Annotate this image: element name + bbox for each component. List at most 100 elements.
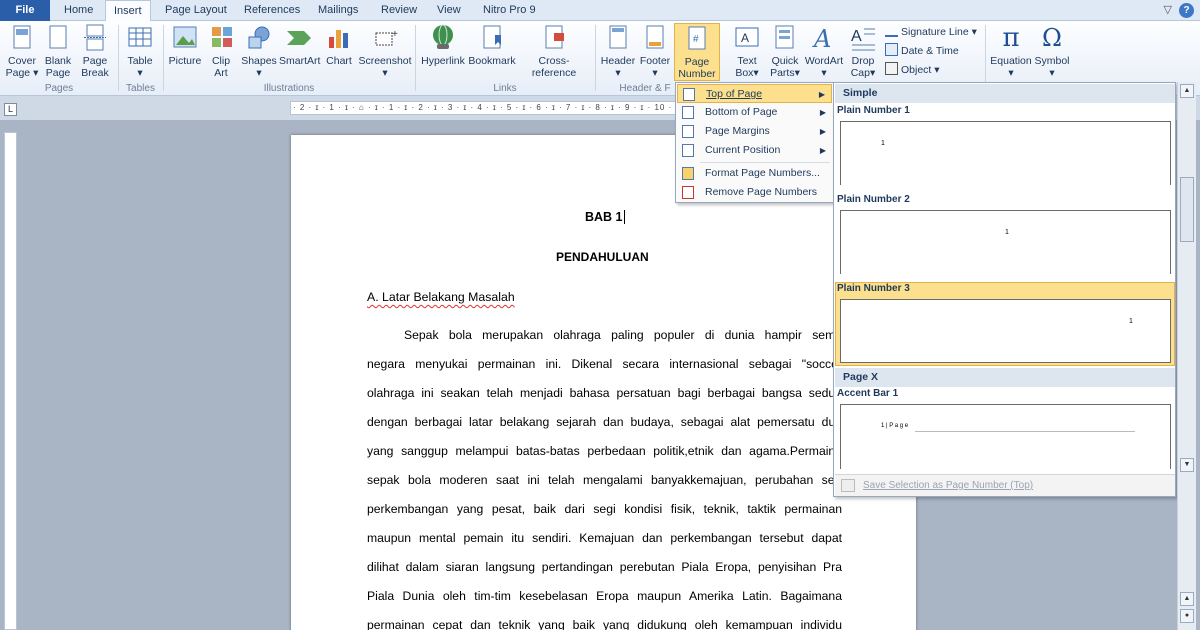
format-icon [682,167,694,180]
group-separator [595,25,596,91]
tab-mailings[interactable]: Mailings [318,0,358,21]
group-separator [163,25,164,91]
table-button[interactable]: Table ▾ [124,23,156,79]
page-number-gallery: Simple Plain Number 1 1 Plain Number 2 1… [833,82,1176,497]
tab-nitro[interactable]: Nitro Pro 9 [483,0,536,21]
header-button[interactable]: Header ▾ [600,23,636,79]
smartart-button[interactable]: SmartArt [279,23,320,67]
page-icon [682,106,694,119]
page-number-button[interactable]: # Page Number ▾ [674,23,720,92]
browse-object-icon[interactable]: ● [1180,609,1194,623]
section-heading[interactable]: A. Latar Belakang Masalah [367,290,515,304]
hyperlink-icon [428,23,458,53]
hyperlink-button[interactable]: Hyperlink [420,23,466,67]
tab-insert[interactable]: Insert [105,0,151,22]
cross-reference-button[interactable]: Cross-reference [518,23,590,79]
menu-item-format-page-numbers[interactable]: Format Page Numbers... [677,164,832,183]
save-selection-button[interactable]: Save Selection as Page Number (Top) [835,474,1175,496]
group-separator [118,25,119,91]
text-box-button[interactable]: A Text Box▾ [730,23,764,79]
paragraph-line[interactable]: Sepak bola merupakan olahraga paling pop… [367,328,842,342]
paragraph-line[interactable]: negara menyukai permainan ini. Dikenal s… [367,357,842,371]
gallery-header-simple: Simple [835,84,1175,103]
scroll-up-icon[interactable]: ▲ [1180,84,1194,98]
tab-review[interactable]: Review [381,0,417,21]
picture-button[interactable]: Picture [167,23,203,67]
svg-text:A: A [812,25,831,53]
paragraph-line[interactable]: dilihat dalam siaran langsung pertanding… [367,560,842,574]
tab-page-layout[interactable]: Page Layout [165,0,227,21]
tab-view[interactable]: View [437,0,461,21]
document-subtitle[interactable]: PENDAHULUAN [556,250,649,264]
paragraph-line[interactable]: permainan cepat dan teknik yang baik yan… [367,618,842,630]
group-label-links: Links [493,83,517,94]
text-box-icon: A [732,23,762,53]
clip-art-button[interactable]: Clip Art [207,23,235,79]
scrollbar-thumb[interactable] [1180,177,1194,242]
submenu-arrow-icon: ▶ [818,90,825,99]
vertical-scrollbar[interactable]: ▲ ▼ ▲ ● [1177,82,1196,630]
tab-references[interactable]: References [244,0,300,21]
shapes-button[interactable]: Shapes ▾ [240,23,278,79]
vertical-ruler[interactable] [4,132,17,630]
signature-line-button[interactable]: Signature Line ▾ [885,23,977,41]
menu-item-current-position[interactable]: Current Position ▶ [677,141,832,160]
chart-button[interactable]: Chart [324,23,354,67]
calendar-icon [885,43,898,56]
signature-line-icon [885,24,898,37]
smartart-icon [284,23,314,53]
tab-selector-button[interactable]: L [4,103,17,116]
paragraph-line[interactable]: perkembangan yang pesat, baik dari segi … [367,502,842,516]
quick-parts-icon [770,23,800,53]
text-cursor [623,210,625,224]
quick-parts-button[interactable]: Quick Parts▾ [768,23,802,79]
paragraph-line[interactable]: olahraga ini seakan telah menjadi bahasa… [367,386,842,400]
document-title[interactable]: BAB 1 [585,210,625,224]
previous-page-icon[interactable]: ▲ [1180,592,1194,606]
paragraph-line[interactable]: dengan berbagai latar belakang sejarah d… [367,415,842,429]
equation-button[interactable]: π Equation ▾ [990,23,1032,79]
picture-icon [170,23,200,53]
accent-bar-line [915,431,1135,432]
minimize-ribbon-icon[interactable]: ▽ [1164,3,1172,16]
gallery-label: Plain Number 3 [837,283,910,294]
submenu-arrow-icon: ▶ [819,127,826,136]
menu-separator [700,162,830,163]
menu-item-top-of-page[interactable]: Top of Page ▶ [677,84,832,103]
tab-home[interactable]: Home [64,0,93,21]
gallery-item-plain-number-1[interactable]: 1 [840,121,1171,185]
symbol-button[interactable]: Ω Symbol ▾ [1034,23,1070,79]
wordart-button[interactable]: A WordArt ▾ [804,23,844,79]
page-icon [682,125,694,138]
screenshot-button[interactable]: + Screenshot ▾ [358,23,412,79]
object-button[interactable]: Object ▾ [885,61,940,79]
paragraph-line[interactable]: maupun mental pemain itu sendiri. Kemaju… [367,531,842,545]
bookmark-button[interactable]: Bookmark [468,23,516,67]
paragraph-line[interactable]: yang sanggup melampui batas-batas perbed… [367,444,842,458]
help-icon[interactable]: ? [1179,3,1194,18]
menu-item-page-margins[interactable]: Page Margins ▶ [677,122,832,141]
footer-button[interactable]: Footer ▾ [638,23,672,79]
page-icon [683,88,695,101]
drop-cap-icon: A [848,23,878,53]
gallery-item-accent-bar-1[interactable]: 1 | P a g e [840,404,1171,469]
gallery-item-plain-number-3[interactable]: 1 [840,299,1171,363]
page-number-icon: # [682,24,712,54]
paragraph-line[interactable]: Piala Dunia oleh tim-tim kesebelasan Ero… [367,589,842,603]
menu-item-remove-page-numbers[interactable]: Remove Page Numbers [677,183,832,202]
scroll-down-icon[interactable]: ▼ [1180,458,1194,472]
paragraph-line[interactable]: sepak bola moderen saat ini telah mengal… [367,473,842,487]
cover-page-button[interactable]: Cover Page ▾ [4,23,40,79]
gallery-item-plain-number-2[interactable]: 1 [840,210,1171,274]
menu-item-bottom-of-page[interactable]: Bottom of Page ▶ [677,103,832,122]
page-break-button[interactable]: Page Break [78,23,112,79]
svg-text:A: A [741,31,749,45]
svg-text:#: # [693,34,699,45]
blank-page-button[interactable]: Blank Page [42,23,74,79]
drop-cap-button[interactable]: A Drop Cap▾ [847,23,879,79]
date-time-button[interactable]: Date & Time [885,42,959,60]
svg-text:A: A [851,28,862,45]
pi-icon: π [1002,23,1020,53]
chart-icon [324,23,354,53]
tab-file[interactable]: File [0,0,50,21]
